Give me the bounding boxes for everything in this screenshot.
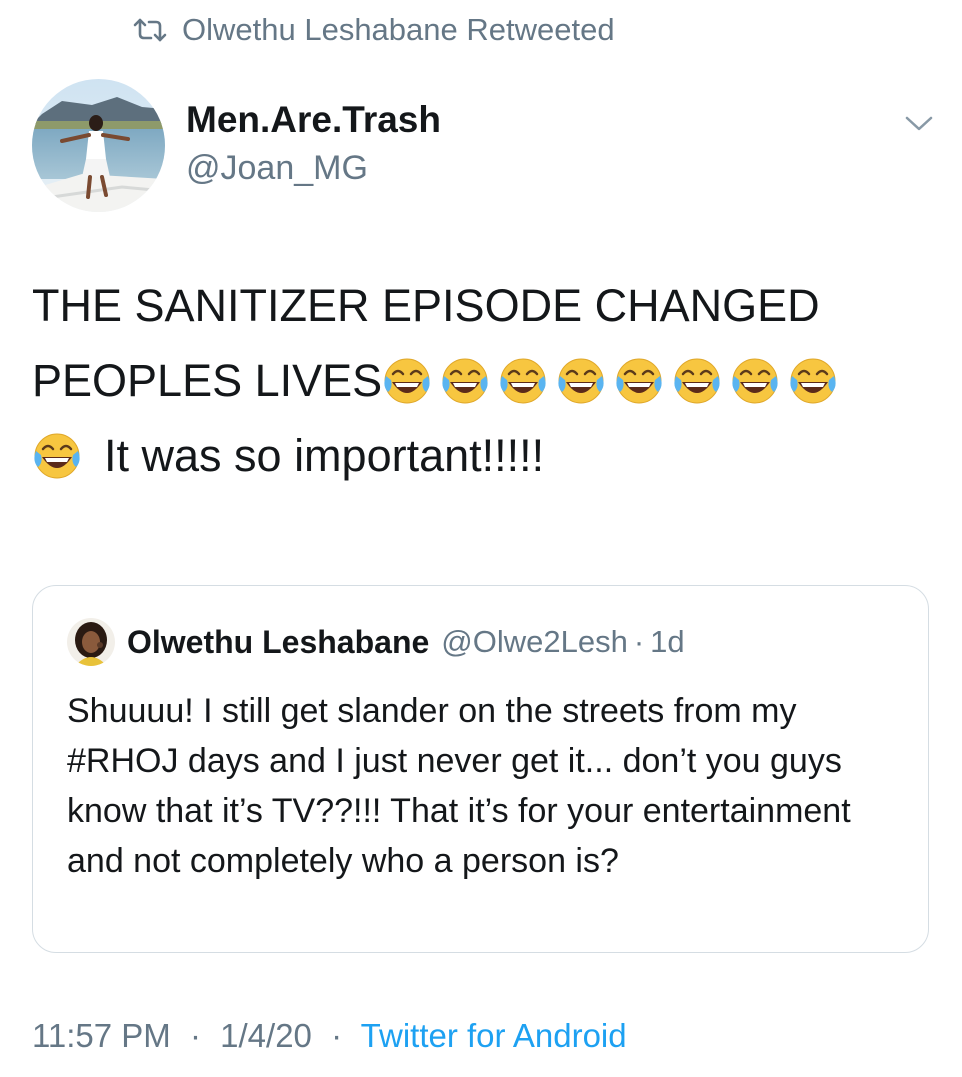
tweet-text-line-2: PEOPLES LIVES — [32, 343, 937, 418]
quoted-author-handle: @Olwe2Lesh — [441, 624, 628, 659]
quoted-tweet-text: Shuuuu! I still get slander on the stree… — [67, 692, 851, 880]
tweet-date: 1/4/20 — [220, 1017, 312, 1054]
quoted-avatar-photo — [67, 618, 115, 666]
face-with-tears-of-joy-emoji — [34, 433, 80, 479]
tweet-meta: 11:57 PM · 1/4/20 · Twitter for Android — [32, 1015, 627, 1057]
emoji-group — [382, 355, 846, 406]
tweet-text-line-3: It was so important!!!!! — [32, 418, 937, 493]
quoted-timestamp: 1d — [650, 624, 685, 659]
quoted-tweet-header: Olwethu Leshabane @Olwe2Lesh · 1d — [67, 618, 685, 666]
tweet-time: 11:57 PM — [32, 1017, 171, 1054]
face-with-tears-of-joy-emoji — [442, 358, 488, 404]
face-with-tears-of-joy-emoji — [384, 358, 430, 404]
avatar[interactable] — [32, 79, 165, 212]
author-name[interactable]: Men.Are.Trash — [186, 98, 441, 142]
chevron-down-icon[interactable] — [899, 108, 939, 138]
quoted-avatar — [67, 618, 115, 666]
meta-separator: · — [331, 1017, 343, 1054]
avatar-photo — [32, 79, 165, 212]
quoted-tweet-card[interactable]: Olwethu Leshabane @Olwe2Lesh · 1d Shuuuu… — [32, 585, 929, 953]
face-with-tears-of-joy-emoji — [674, 358, 720, 404]
tweet-text-line-3-text: It was so important!!!!! — [104, 430, 545, 481]
retweet-context[interactable]: Olwethu Leshabane Retweeted — [132, 10, 615, 50]
retweet-label: Olwethu Leshabane Retweeted — [182, 12, 615, 47]
face-with-tears-of-joy-emoji — [500, 358, 546, 404]
quoted-author-name: Olwethu Leshabane — [127, 623, 430, 660]
face-with-tears-of-joy-emoji — [732, 358, 778, 404]
tweet-text-line-1: THE SANITIZER EPISODE CHANGED — [32, 280, 820, 331]
emoji-group — [32, 430, 104, 481]
author-handle[interactable]: @Joan_MG — [186, 148, 368, 188]
tweet-source-link[interactable]: Twitter for Android — [361, 1017, 627, 1054]
tweet-text-line-2-text: PEOPLES LIVES — [32, 355, 383, 406]
tweet-text: THE SANITIZER EPISODE CHANGED PEOPLES LI… — [32, 268, 937, 493]
meta-separator: · — [189, 1017, 201, 1054]
quoted-separator: · — [633, 624, 645, 659]
face-with-tears-of-joy-emoji — [616, 358, 662, 404]
face-with-tears-of-joy-emoji — [558, 358, 604, 404]
retweet-icon — [133, 18, 167, 42]
face-with-tears-of-joy-emoji — [790, 358, 836, 404]
